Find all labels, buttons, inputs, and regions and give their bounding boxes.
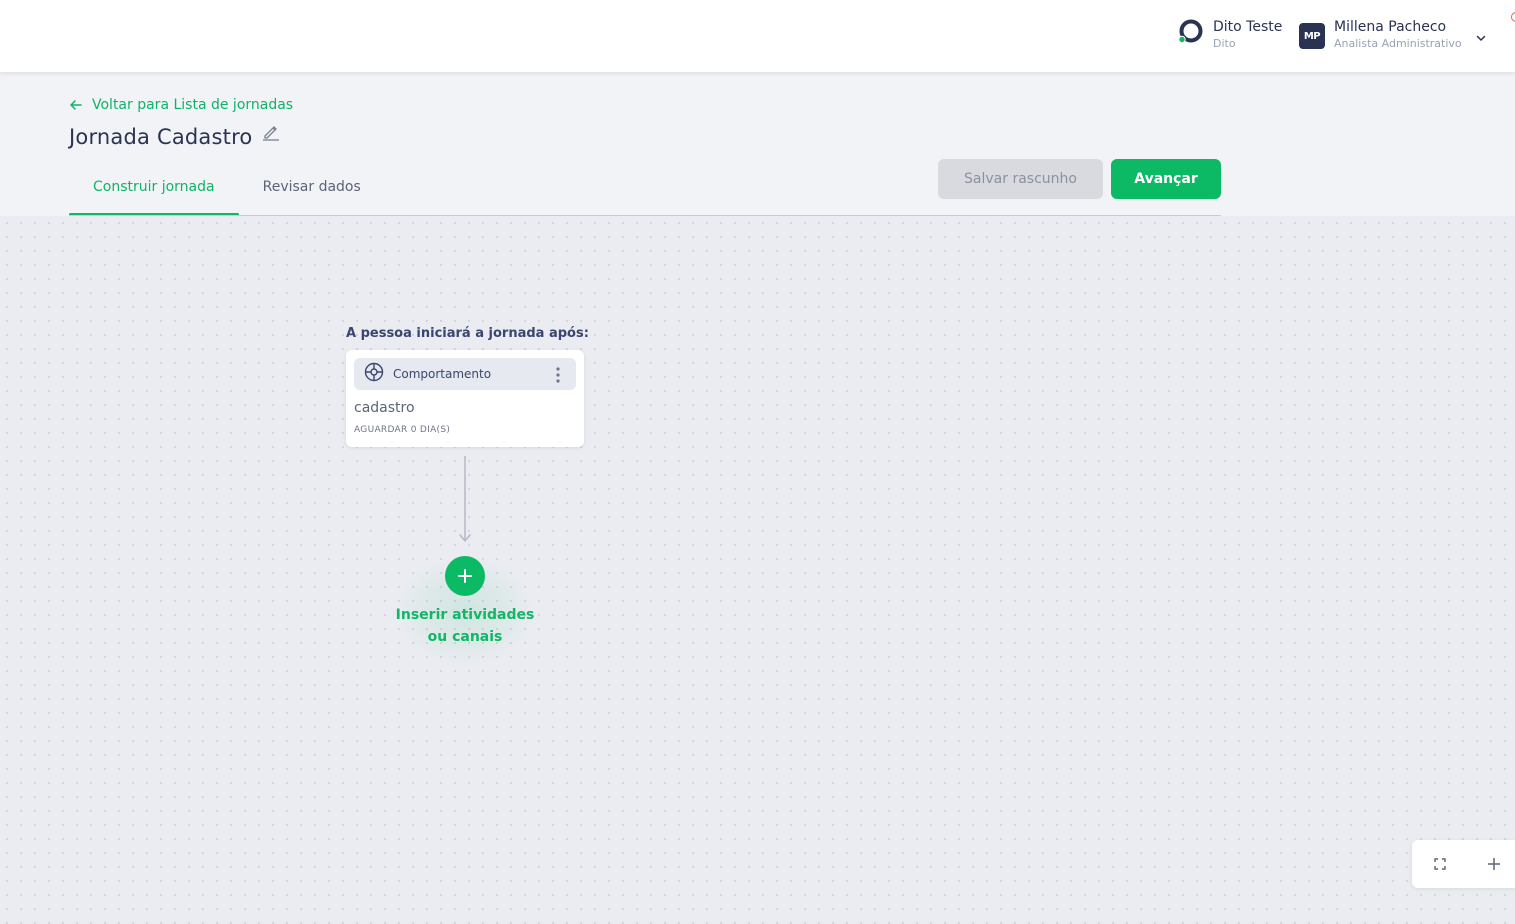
chevron-down-icon[interactable] [1476, 28, 1486, 42]
more-options-icon[interactable] [554, 366, 562, 384]
fullscreen-icon[interactable] [1430, 854, 1450, 874]
account-subtitle: Dito [1213, 37, 1236, 50]
add-activity-label-line2: ou canais [427, 629, 503, 645]
connector-arrow [459, 456, 471, 543]
dito-logo-icon [1178, 18, 1204, 44]
back-link[interactable]: Voltar para Lista de jornadas [70, 97, 293, 113]
next-button[interactable]: Avançar [1111, 159, 1221, 199]
journey-tabs: Construir jornada Revisar dados [69, 170, 385, 216]
journey-canvas[interactable] [0, 216, 1515, 924]
trigger-wait-text: AGUARDAR 0 DIA(S) [354, 425, 451, 435]
trigger-node-type: Comportamento [393, 367, 492, 381]
pencil-icon[interactable] [262, 123, 280, 145]
add-activity-label[interactable]: Inserir atividades ou canais [385, 604, 545, 648]
user-name: Millena Pacheco [1334, 19, 1447, 35]
account-switcher[interactable]: Dito Teste Dito [1178, 18, 1282, 52]
save-draft-button[interactable]: Salvar rascunho [938, 159, 1103, 199]
trigger-node[interactable]: Comportamento cadastro AGUARDAR 0 DIA(S) [346, 350, 584, 447]
back-link-label: Voltar para Lista de jornadas [92, 97, 294, 113]
top-bar: Dito Teste Dito MP Millena Pacheco Anali… [0, 0, 1515, 72]
zoom-in-icon[interactable] [1484, 854, 1504, 874]
page-title: Jornada Cadastro [69, 125, 253, 149]
avatar: MP [1299, 23, 1325, 49]
add-activity-label-line1: Inserir atividades [395, 607, 535, 623]
user-role: Analista Administrativo [1334, 37, 1462, 50]
arrow-left-icon [70, 100, 82, 110]
journey-header: Voltar para Lista de jornadas Jornada Ca… [0, 72, 1515, 216]
tab-review-data[interactable]: Revisar dados [239, 170, 385, 216]
plus-icon [458, 569, 472, 583]
start-label: A pessoa iniciará a jornada após: [346, 326, 589, 341]
trigger-node-header: Comportamento [354, 358, 576, 390]
notification-indicator[interactable] [1511, 12, 1515, 22]
add-activity-button[interactable] [445, 556, 485, 596]
tab-build-journey[interactable]: Construir jornada [69, 170, 239, 216]
behavior-icon [364, 362, 384, 386]
canvas-controls [1412, 840, 1515, 888]
user-menu[interactable]: MP Millena Pacheco Analista Administrati… [1299, 18, 1486, 52]
trigger-event-name: cadastro [354, 400, 415, 416]
account-name: Dito Teste [1213, 19, 1283, 35]
